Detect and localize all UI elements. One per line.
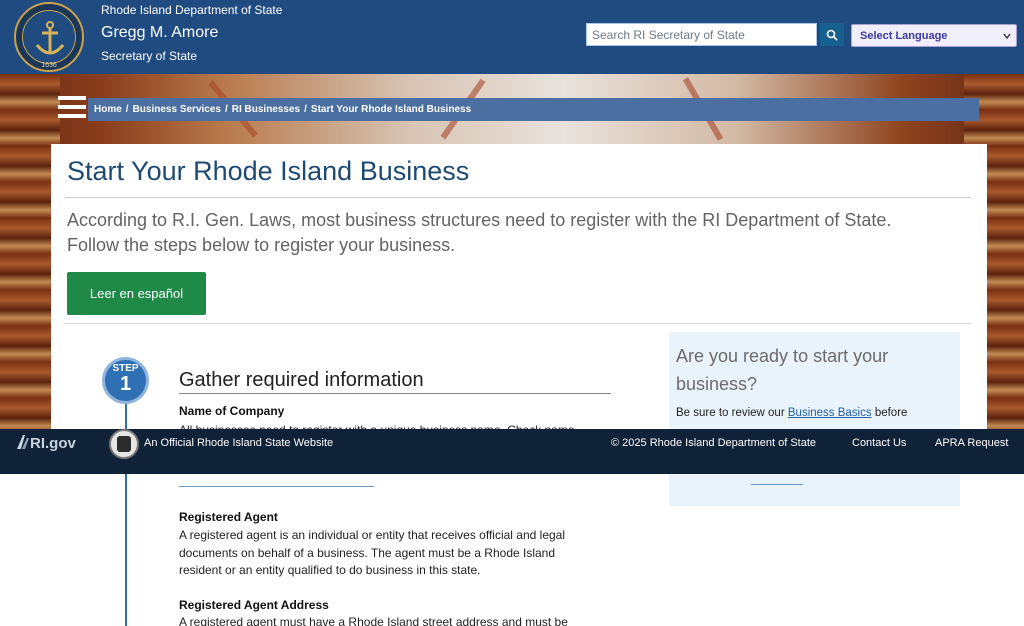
sidebar-hidden-link[interactable] — [751, 484, 803, 485]
state-seal-logo[interactable]: 1636 — [14, 2, 84, 72]
apra-request-link[interactable]: APRA Request — [935, 437, 1008, 449]
business-basics-link[interactable]: Business Basics — [788, 407, 872, 419]
language-select[interactable]: Select Language — [851, 24, 1017, 47]
language-select-label: Select Language — [860, 30, 948, 42]
field-text-registered-agent: A registered agent is an individual or e… — [179, 528, 566, 577]
site-header: 1636 Rhode Island Department of State Gr… — [0, 0, 1024, 74]
intro-text: According to R.I. Gen. Laws, most busine… — [67, 210, 892, 255]
field-title-agent-address: Registered Agent Address — [179, 598, 329, 612]
divider — [63, 323, 971, 324]
ready-sidebar-box: Are you ready to start your business? Be… — [669, 332, 960, 506]
search-icon — [826, 29, 838, 41]
anchor-icon — [22, 10, 76, 64]
step-number: 1 — [119, 373, 132, 395]
name-search-link[interactable] — [179, 486, 374, 487]
divider — [65, 197, 971, 198]
rigov-mark-icon — [17, 435, 29, 449]
breadcrumb-ri-businesses[interactable]: RI Businesses — [232, 104, 300, 115]
field-title-registered-agent: Registered Agent — [179, 510, 278, 524]
official-site-text: An Official Rhode Island State Website — [144, 437, 334, 449]
step-badge: STEP 1 — [102, 357, 149, 404]
sidebar-text-after: before — [874, 407, 908, 419]
hamburger-menu-icon[interactable] — [58, 96, 86, 120]
step-title: Gather required information — [179, 369, 611, 394]
search-button[interactable] — [820, 23, 844, 46]
contact-us-link[interactable]: Contact Us — [852, 437, 906, 449]
field-title-company-name: Name of Company — [179, 404, 285, 418]
official-title: Secretary of State — [101, 49, 198, 63]
breadcrumb-current: Start Your Rhode Island Business — [310, 104, 472, 115]
search-input[interactable] — [586, 23, 817, 46]
official-name[interactable]: Gregg M. Amore — [101, 24, 218, 42]
footer-state-seal-icon — [109, 429, 139, 459]
spanish-button[interactable]: Leer en español — [67, 272, 206, 315]
chevron-down-icon — [1003, 33, 1011, 40]
breadcrumb-business-services[interactable]: Business Services — [133, 104, 221, 115]
field-text-agent-address: A registered agent must have a Rhode Isl… — [179, 615, 568, 626]
site-footer: RI.gov An Official Rhode Island State We… — [0, 429, 1024, 474]
page-title: Start Your Rhode Island Business — [67, 156, 470, 186]
breadcrumb-home[interactable]: Home — [94, 104, 122, 115]
seal-year: 1636 — [41, 62, 57, 69]
rigov-logo[interactable]: RI.gov — [16, 434, 76, 452]
copyright-text: © 2025 Rhode Island Department of State — [611, 437, 817, 449]
sidebar-text: Be sure to review our Business Basics be… — [676, 407, 907, 419]
sidebar-title: Are you ready to start your business? — [676, 346, 889, 394]
rigov-text: RI.gov — [30, 435, 76, 452]
sidebar-text-before: Be sure to review our — [676, 407, 785, 419]
department-name[interactable]: Rhode Island Department of State — [101, 3, 282, 17]
breadcrumb: Home / Business Services / RI Businesses / Sta… — [88, 98, 979, 121]
